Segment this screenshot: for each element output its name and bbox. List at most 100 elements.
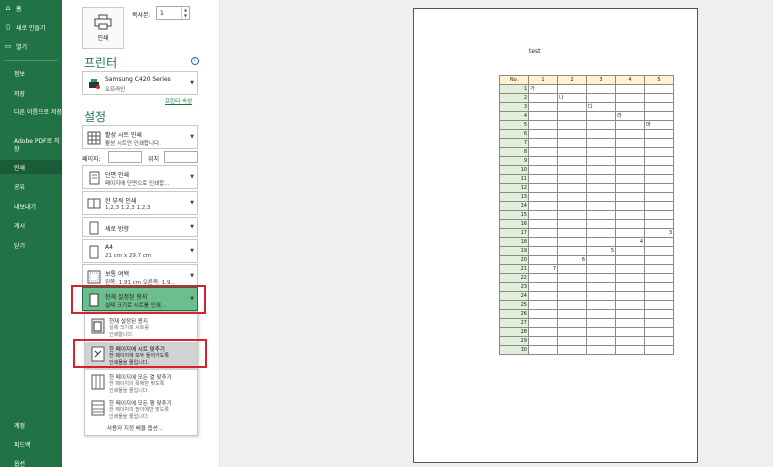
table-cell [557,237,587,247]
table-row: 19 5 [499,246,674,256]
row-number-cell: 8 [499,147,529,157]
scaling-option-fit-sheet[interactable]: 한 페이지에 시트 맞추기 한 페이지에 모두 들어가도록 인쇄물을 줄입니다. [85,342,197,370]
custom-scaling-option[interactable]: 사용자 지정 배율 옵션... [107,424,163,432]
sides-dropdown[interactable]: 단면 인쇄 페이지에 단면으로 인쇄합... ▼ [82,165,198,189]
table-cell [528,291,558,301]
column-header: 1 [528,75,558,85]
printer-properties-link[interactable]: 프린터 속성 [165,97,192,105]
table-cell [586,174,616,184]
copies-spinner[interactable]: ▲ ▼ [181,7,189,19]
table-cell [528,318,558,328]
margins-desc: 왼쪽: 1.91 cm 오른쪽: 1.9... [105,280,176,286]
scaling-dropdown[interactable]: 현재 설정된 용지 실제 크기로 시트를 인쇄... ▼ [82,287,198,311]
table-cell [586,237,616,247]
nav-item-info[interactable]: 정보 [0,66,62,80]
nav-item-publish[interactable]: 게시 [0,218,62,232]
pages-label: 페이지: [82,156,101,163]
printer-dropdown[interactable]: Samsung C420 Series 오프라인 ▼ [82,71,198,95]
paper-size-dropdown[interactable]: A4 21 cm x 29.7 cm ▼ [82,239,198,263]
copies-value: 1 [160,10,164,17]
table-cell [644,291,674,301]
row-number-cell: 27 [499,318,529,328]
table-cell [557,183,587,193]
orientation-dropdown[interactable]: 세로 방향 ▼ [82,217,198,237]
pages-from-input[interactable] [108,151,142,163]
nav-item-share[interactable]: 공유 [0,179,62,193]
scaling-option-no-scaling[interactable]: 현재 설정된 용지 실제 크기로 시트를 인쇄합니다. [85,314,197,342]
table-cell [615,192,645,202]
table-cell [557,102,587,112]
margins-dropdown[interactable]: 보통 여백 왼쪽: 1.91 cm 오른쪽: 1.9... ▼ [82,264,198,288]
nav-item-export[interactable]: 내보내기 [0,199,62,213]
nav-item-options[interactable]: 옵션 [0,456,62,467]
nav-item-open[interactable]: ▭ 열기 [0,39,62,53]
printer-name: Samsung C420 Series [105,76,171,83]
info-icon[interactable]: i [191,57,199,65]
row-number-cell: 7 [499,138,529,148]
table-cell [586,264,616,274]
table-cell [586,336,616,346]
table-cell [615,282,645,292]
nav-item-print[interactable]: 인쇄 [0,160,62,174]
table-cell [557,165,587,175]
table-cell [528,255,558,265]
table-cell [615,345,645,355]
pages-to-input[interactable] [164,151,198,163]
table-row: 5마 [499,120,674,130]
table-cell [615,309,645,319]
table-cell [557,84,587,94]
nav-item-save-adobe-pdf[interactable]: Adobe PDF로 저장 [0,137,62,161]
table-row: 7 [499,138,674,148]
table-cell [615,336,645,346]
row-number-cell: 14 [499,201,529,211]
option-desc: 인쇄물을 줄입니다. [109,388,149,394]
row-number-cell: 9 [499,156,529,166]
row-number-cell: 12 [499,183,529,193]
table-cell [557,318,587,328]
table-cell [557,219,587,229]
print-what-dropdown[interactable]: 활성 시트 인쇄 활성 시트만 인쇄합니다. ▼ [82,125,198,149]
chevron-down-icon: ▼ [190,80,194,86]
nav-item-home[interactable]: ⌂ 홈 [0,1,62,15]
nav-label: 게시 [14,222,26,230]
print-button-label: 인쇄 [97,35,109,42]
copies-input[interactable]: 1 ▲ ▼ [156,6,190,20]
table-cell [586,201,616,211]
fit-columns-icon [91,374,105,390]
table-cell [557,246,587,256]
row-number-cell: 18 [499,237,529,247]
scaling-option-fit-columns[interactable]: 한 페이지에 모든 열 맞추기 한 페이지의 폭에만 맞도록 인쇄물을 줄입니다… [85,370,197,398]
row-number-cell: 19 [499,246,529,256]
settings-section-title: 설정 [84,110,107,124]
table-cell [615,129,645,139]
row-number-cell: 22 [499,273,529,283]
nav-item-close[interactable]: 닫기 [0,238,62,252]
table-cell [615,327,645,337]
collate-dropdown[interactable]: 한 부씩 인쇄 1,2,3 1,2,3 1,2,3 ▼ [82,191,198,215]
nav-divider [4,60,58,61]
printer-device-icon [89,79,100,89]
nav-item-new[interactable]: ▯ 새로 만들기 [0,20,62,34]
table-cell: 다 [586,102,616,112]
table-cell [586,291,616,301]
nav-item-feedback[interactable]: 피드백 [0,437,62,451]
table-row: 4라 [499,111,674,121]
nav-label: 저장 [14,90,26,98]
nav-item-account[interactable]: 계정 [0,418,62,432]
nav-item-save[interactable]: 저장 [0,86,62,100]
scaling-option-fit-rows[interactable]: 한 페이지에 모든 행 맞추기 한 페이지의 높이에만 맞도록 인쇄물을 줄입니… [85,396,197,424]
sheet-title: test [529,48,541,55]
table-cell [557,111,587,121]
table-cell [586,84,616,94]
nav-label: 인쇄 [14,164,26,172]
open-folder-icon: ▭ [4,42,12,50]
table-cell [557,327,587,337]
table-cell [586,147,616,157]
table-row: 9 [499,156,674,166]
table-cell [528,327,558,337]
table-cell [615,318,645,328]
table-cell [586,318,616,328]
print-button[interactable]: 인쇄 [82,7,124,49]
nav-item-save-as[interactable]: 다른 이름으로 저장 [0,108,62,132]
nav-label: 공유 [14,183,26,191]
